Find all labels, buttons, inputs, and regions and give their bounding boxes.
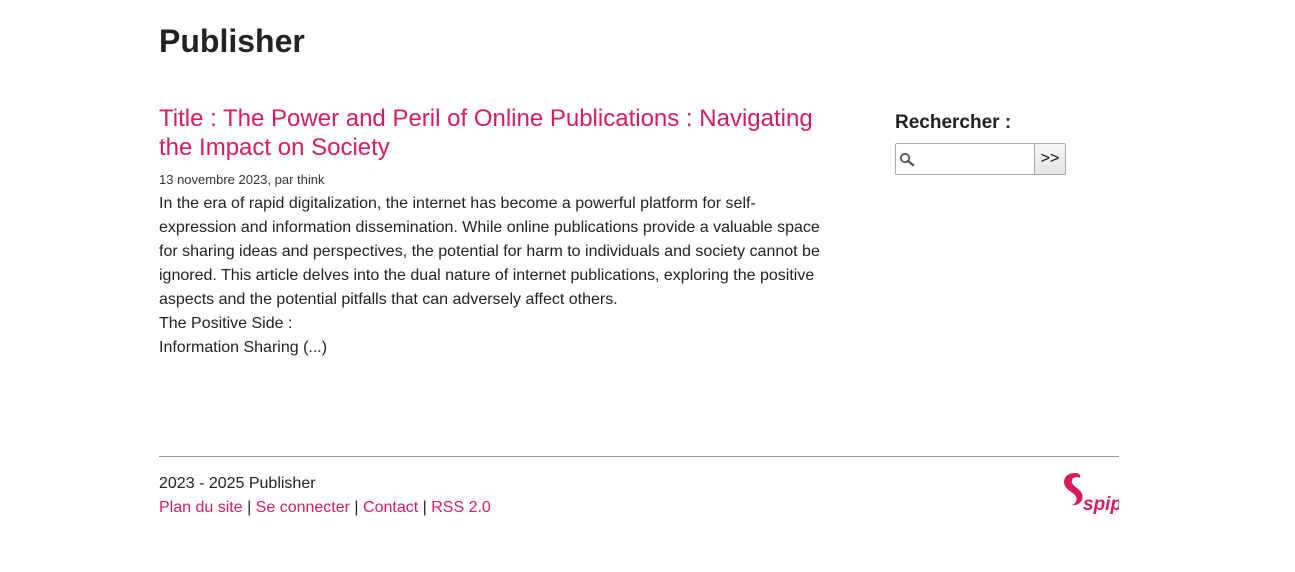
article-body: In the era of rapid digitalization, the … xyxy=(159,192,829,360)
footer-copyright: 2023 - 2025 Publisher xyxy=(159,475,316,492)
search-label: Rechercher : xyxy=(895,112,1012,133)
article-title-link[interactable]: Title : The Power and Peril of Online Pu… xyxy=(159,104,829,162)
footer-link-login[interactable]: Se connecter xyxy=(256,499,350,516)
article-paragraph: The Positive Side : xyxy=(159,315,293,332)
site-title[interactable]: Publisher xyxy=(159,21,305,61)
magnifier-icon xyxy=(899,152,915,167)
page: Publisher Title : The Power and Peril of… xyxy=(0,0,1295,572)
footer-separator: | xyxy=(422,499,427,516)
footer-divider xyxy=(159,456,1119,457)
footer-link-rss[interactable]: RSS 2.0 xyxy=(431,499,491,516)
article: Title : The Power and Peril of Online Pu… xyxy=(159,104,829,360)
search-box: Rechercher : >> xyxy=(895,111,1066,175)
footer-separator: | xyxy=(247,499,252,516)
footer-link-sitemap[interactable]: Plan du site xyxy=(159,499,243,516)
footer-separator: | xyxy=(354,499,359,516)
search-row: >> xyxy=(895,143,1066,175)
article-meta: 13 novembre 2023, par think xyxy=(159,172,325,187)
article-paragraph: Information Sharing (...) xyxy=(159,339,328,356)
article-paragraph: In the era of rapid digitalization, the … xyxy=(159,195,820,308)
search-input-wrapper xyxy=(895,143,1034,175)
footer: 2023 - 2025 Publisher Plan du site | Se … xyxy=(159,472,491,520)
footer-link-contact[interactable]: Contact xyxy=(363,499,418,516)
search-submit-button[interactable]: >> xyxy=(1034,143,1066,175)
footer-links: Plan du site | Se connecter | Contact | … xyxy=(159,496,491,520)
search-input[interactable] xyxy=(916,144,1034,172)
spip-logo-icon[interactable]: spip xyxy=(1061,471,1119,515)
svg-text:spip: spip xyxy=(1083,494,1119,515)
